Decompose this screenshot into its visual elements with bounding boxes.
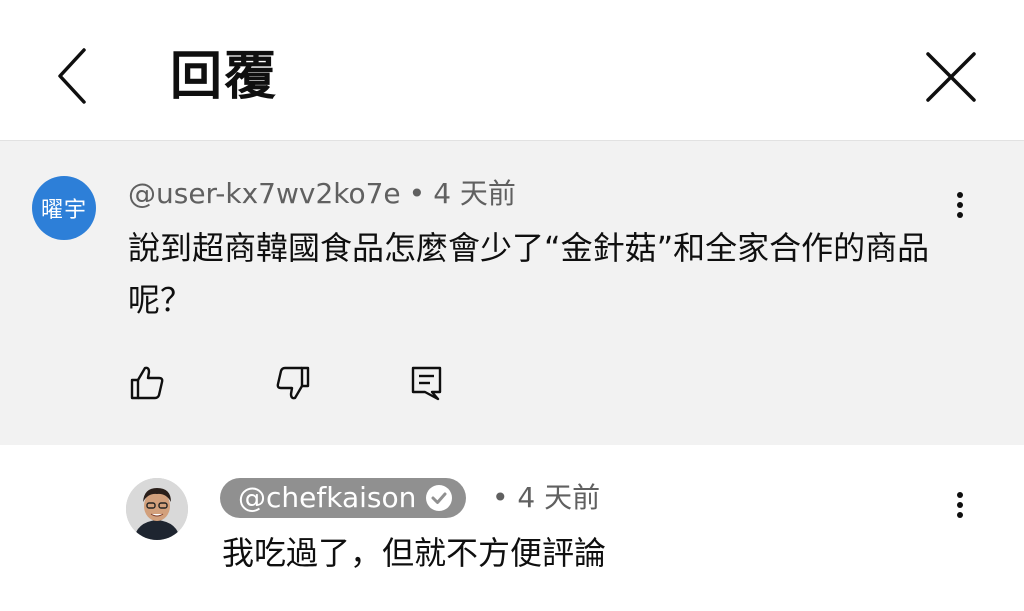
avatar[interactable]: 曜宇: [32, 176, 96, 240]
more-vert-icon: [950, 492, 970, 518]
thumbs-down-icon: [276, 366, 310, 400]
reply-icon: [411, 366, 442, 401]
verified-icon: [426, 485, 453, 511]
meta-separator: •: [408, 177, 426, 210]
reply-avatar[interactable]: [126, 478, 188, 540]
comment-meta: @user-kx7wv2ko7e • 4 天前: [128, 174, 516, 214]
avatar-image: [126, 478, 188, 540]
more-vert-icon: [950, 192, 970, 218]
close-button[interactable]: [922, 48, 980, 106]
meta-separator: •: [492, 481, 509, 514]
reply-more-button[interactable]: [950, 488, 970, 528]
back-icon: [58, 48, 86, 104]
reply-author: @chefkaison: [238, 481, 417, 514]
comment-text: 說到超商韓國食品怎麼會少了“金針菇”和全家合作的商品呢？: [128, 229, 930, 319]
reply-time: 4 天前: [517, 481, 601, 514]
comment-time: 4 天前: [433, 177, 516, 210]
like-button[interactable]: [128, 364, 166, 402]
comment-author[interactable]: @user-kx7wv2ko7e: [128, 177, 401, 210]
back-button[interactable]: [50, 44, 100, 108]
close-icon: [926, 52, 976, 102]
dislike-button[interactable]: [274, 364, 312, 402]
reply-button[interactable]: [408, 364, 446, 402]
reply-author-badge[interactable]: @chefkaison: [220, 478, 467, 518]
reply-text: 我吃過了，但就不方便評論: [222, 534, 607, 572]
header-bar: 回覆: [0, 0, 1024, 141]
page-title: 回覆: [170, 47, 279, 107]
thumbs-up-icon: [130, 366, 164, 400]
reply-meta: • 4 天前: [492, 478, 600, 518]
